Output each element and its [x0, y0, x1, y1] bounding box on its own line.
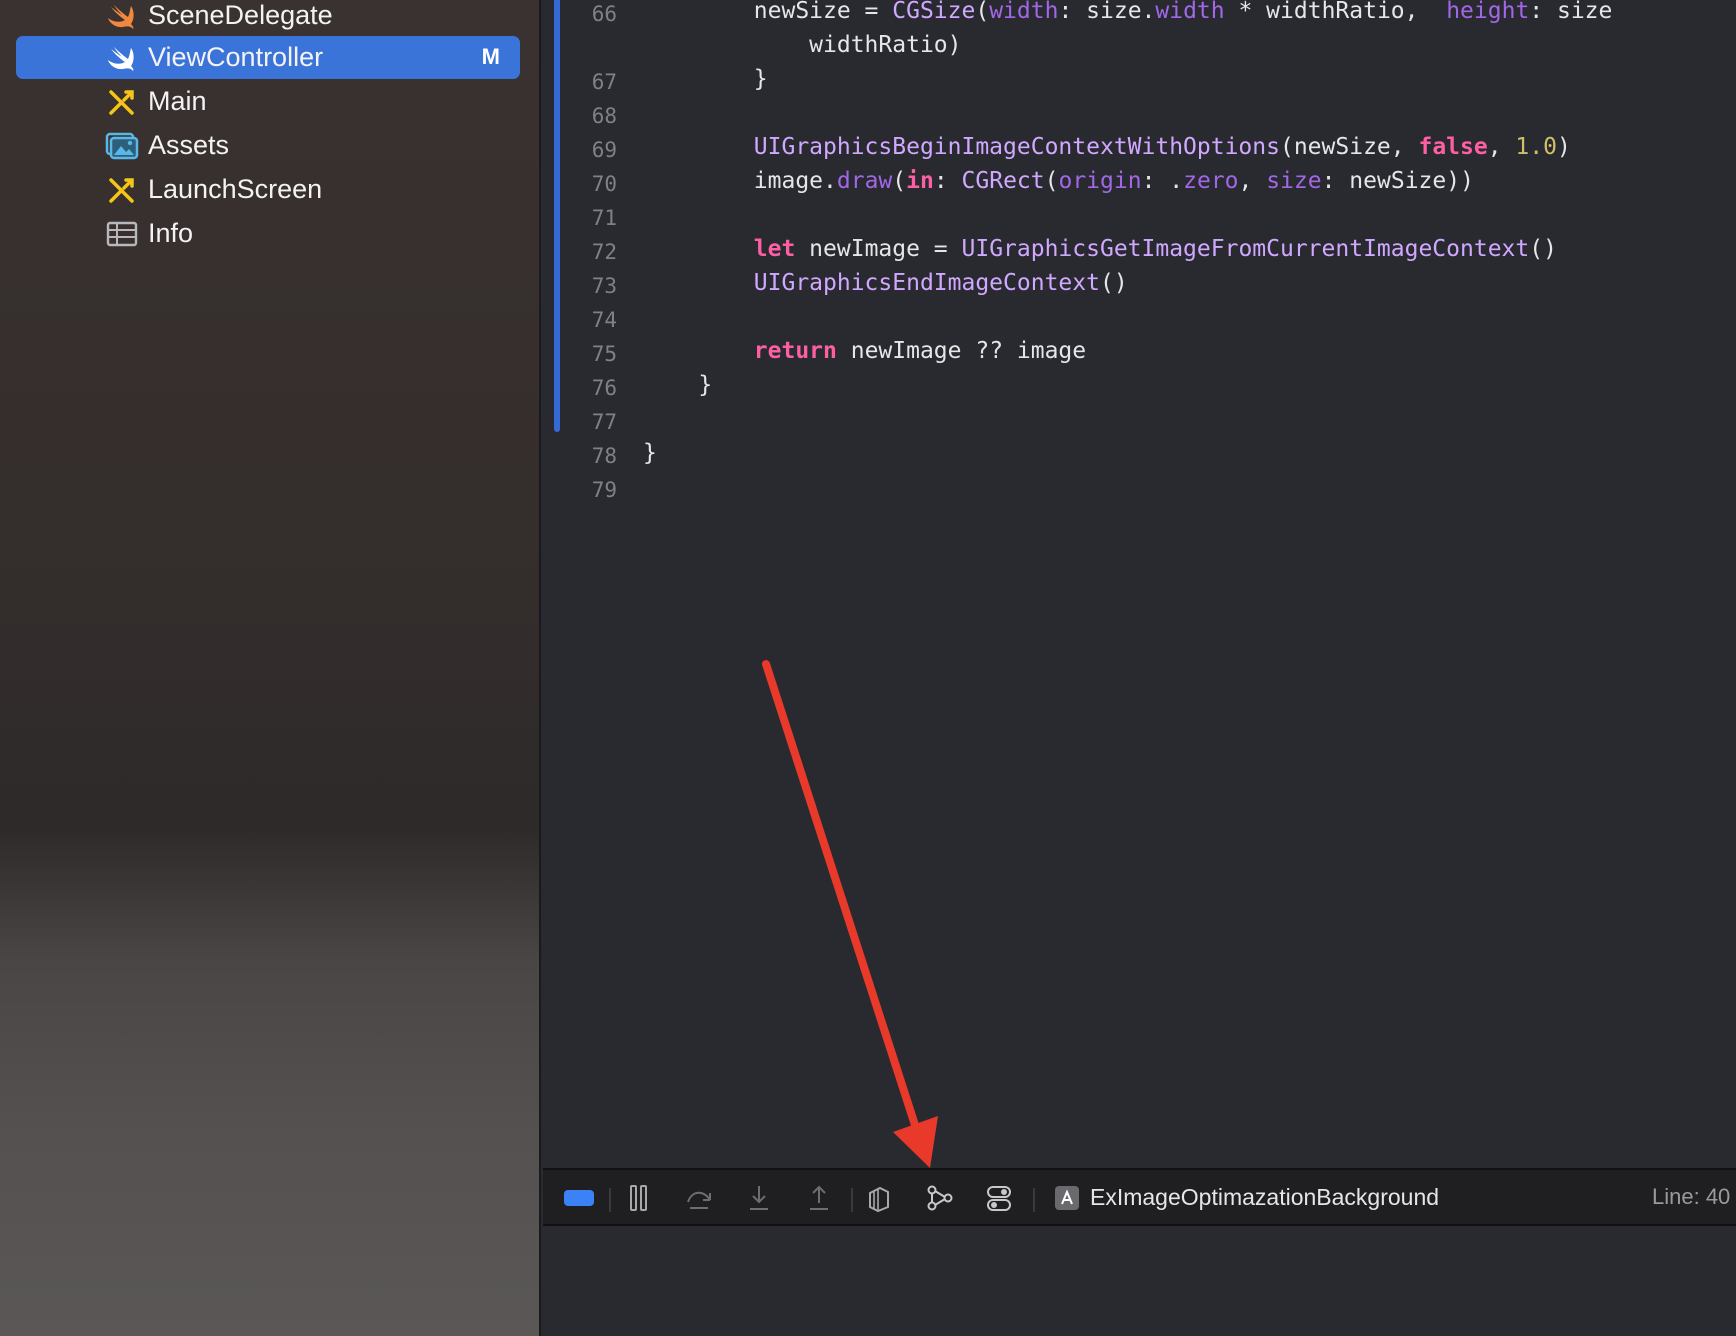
line-number: 67	[591, 70, 617, 94]
line-number: 68	[591, 104, 617, 128]
line-number: 70	[591, 172, 617, 196]
line-number: 69	[591, 138, 617, 162]
navigator-item-info[interactable]: Info	[16, 212, 520, 255]
environment-overrides-icon[interactable]	[983, 1182, 1015, 1214]
separator	[1033, 1188, 1035, 1212]
plist-icon	[105, 218, 139, 250]
navigator-item-label: SceneDelegate	[148, 0, 333, 30]
navigator-item-main[interactable]: Main	[16, 80, 520, 123]
code-line[interactable]: widthRatio)	[643, 32, 961, 58]
navigator-item-label: Main	[148, 86, 207, 116]
line-number: 75	[591, 342, 617, 366]
code-line[interactable]: }	[643, 66, 768, 92]
line-number: 72	[591, 240, 617, 264]
line-number: 71	[591, 206, 617, 230]
code-line[interactable]: }	[643, 440, 657, 466]
navigator-item-label: Info	[148, 218, 194, 248]
code-line[interactable]: let newImage = UIGraphicsGetImageFromCur…	[643, 236, 1557, 262]
modified-badge: M	[481, 44, 500, 69]
line-number: 66	[591, 2, 617, 26]
code-line[interactable]: }	[643, 372, 712, 398]
console-area[interactable]	[543, 1226, 1736, 1336]
separator	[851, 1188, 853, 1212]
line-number: 74	[591, 308, 617, 332]
navigator-item-label: Assets	[148, 130, 230, 160]
swift-icon	[105, 42, 139, 74]
navigator-item-launchscreen[interactable]: LaunchScreen	[16, 168, 520, 211]
navigator-item-assets[interactable]: Assets	[16, 124, 520, 167]
code-line[interactable]: UIGraphicsBeginImageContextWithOptions(n…	[643, 134, 1571, 160]
line-number: 77	[591, 410, 617, 434]
code-line[interactable]: UIGraphicsEndImageContext()	[643, 270, 1128, 296]
navigator-item-label: ViewController	[148, 42, 324, 72]
source-editor[interactable]: 66 newSize = CGSize(width: size.width * …	[543, 0, 1736, 1168]
debug-bar: ExImageOptimazationBackground Line: 40	[543, 1168, 1736, 1226]
view-hierarchy-icon[interactable]	[863, 1182, 895, 1214]
storyboard-icon	[105, 86, 139, 118]
app-target-icon	[1051, 1182, 1083, 1214]
project-navigator: SceneDelegate ViewController M Main Asse…	[0, 0, 541, 1336]
code-line[interactable]: image.draw(in: CGRect(origin: .zero, siz…	[643, 168, 1474, 194]
line-number: 79	[591, 478, 617, 502]
separator	[609, 1188, 611, 1212]
memory-graph-icon[interactable]	[923, 1182, 955, 1214]
pause-icon[interactable]	[623, 1182, 655, 1214]
debug-target-name[interactable]: ExImageOptimazationBackground	[1090, 1184, 1439, 1211]
step-over-icon[interactable]	[683, 1182, 715, 1214]
code-line[interactable]: return newImage ?? image	[643, 338, 1086, 364]
step-into-icon[interactable]	[743, 1182, 775, 1214]
storyboard-icon	[105, 174, 139, 206]
navigator-item-label: LaunchScreen	[148, 174, 323, 204]
line-number: 78	[591, 444, 617, 468]
navigator-item-scenedelegate[interactable]: SceneDelegate	[16, 0, 520, 37]
line-number: 76	[591, 376, 617, 400]
swift-icon	[105, 0, 139, 32]
navigator-item-viewcontroller[interactable]: ViewController M	[16, 36, 520, 79]
code-line[interactable]: newSize = CGSize(width: size.width * wid…	[643, 0, 1613, 24]
step-out-icon[interactable]	[803, 1182, 835, 1214]
asset-catalog-icon	[105, 130, 139, 162]
line-indicator: Line: 40	[1652, 1184, 1731, 1209]
line-number: 73	[591, 274, 617, 298]
toggle-debug-area-button[interactable]	[563, 1182, 595, 1214]
